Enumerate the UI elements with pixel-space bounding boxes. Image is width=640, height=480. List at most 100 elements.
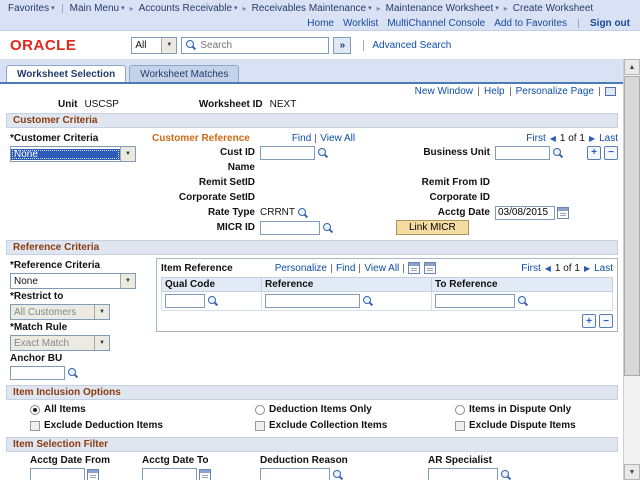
scroll-up-icon[interactable]: ▲	[624, 59, 640, 75]
new-window-link[interactable]: New Window	[415, 86, 473, 97]
delete-row-button[interactable]: −	[604, 146, 618, 160]
grid-icon[interactable]	[408, 262, 420, 274]
scroll-down-icon[interactable]: ▼	[624, 464, 640, 480]
breadcrumb-main-menu[interactable]: Main Menu▾	[70, 3, 125, 14]
breadcrumb-accounts-receivable[interactable]: Accounts Receivable▾	[139, 3, 238, 14]
divider	[315, 134, 316, 143]
lookup-icon[interactable]	[67, 367, 79, 379]
to-reference-input[interactable]	[435, 294, 515, 308]
link-micr-button[interactable]: Link MICR	[396, 220, 469, 235]
lookup-icon[interactable]	[317, 147, 329, 159]
corporate-id-label: Corporate ID	[390, 192, 495, 203]
breadcrumb-receivables-maintenance[interactable]: Receivables Maintenance▾	[252, 3, 372, 14]
lookup-icon[interactable]	[207, 295, 219, 307]
find-link[interactable]: Find	[292, 133, 311, 144]
lookup-icon[interactable]	[297, 207, 309, 219]
acctg-date-label: Acctg Date	[390, 207, 495, 218]
divider	[478, 87, 479, 96]
first-link[interactable]: First	[521, 263, 540, 274]
help-link[interactable]: Help	[484, 86, 505, 97]
multichannel-console-link[interactable]: MultiChannel Console	[387, 18, 485, 29]
qual-code-input[interactable]	[165, 294, 205, 308]
business-unit-input[interactable]	[495, 146, 550, 160]
search-scope-select[interactable]: All ▼	[131, 37, 177, 54]
personalize-link[interactable]: Personalize	[275, 263, 327, 274]
chevron-down-icon: ▾	[234, 4, 238, 12]
first-link[interactable]: First	[526, 133, 545, 144]
qual-code-header: Qual Code	[162, 278, 262, 292]
copy-url-icon[interactable]	[605, 87, 616, 96]
previous-row-icon[interactable]: ◀	[550, 134, 556, 143]
add-row-button[interactable]: +	[582, 314, 596, 328]
to-reference-header: To Reference	[432, 278, 613, 292]
checkbox-exclude-deduction-items[interactable]	[30, 421, 40, 431]
previous-row-icon[interactable]: ◀	[545, 264, 551, 273]
scrollbar-thumb[interactable]	[624, 76, 640, 376]
breadcrumb-favorites[interactable]: Favorites▾	[8, 3, 55, 14]
name-label: Name	[152, 162, 260, 173]
all-items-label: All Items	[44, 404, 86, 415]
lookup-icon[interactable]	[322, 222, 334, 234]
divider	[62, 4, 63, 13]
sign-out-link[interactable]: Sign out	[590, 18, 630, 29]
checkbox-exclude-collection-items[interactable]	[255, 421, 265, 431]
tab-worksheet-selection[interactable]: Worksheet Selection	[6, 65, 126, 82]
acctg-date-to-input[interactable]	[142, 468, 197, 480]
add-to-favorites-link[interactable]: Add to Favorites	[494, 18, 567, 29]
reference-criteria-left: *Reference Criteria None ▼ *Restrict to …	[10, 258, 152, 380]
customer-criteria-select[interactable]: None ▼	[10, 146, 136, 162]
home-link[interactable]: Home	[307, 18, 334, 29]
micr-id-input[interactable]	[260, 221, 320, 235]
lookup-icon[interactable]	[500, 469, 512, 480]
match-rule-select[interactable]: Exact Match ▼	[10, 335, 110, 351]
filter-fields-row	[0, 466, 640, 480]
lookup-icon[interactable]	[517, 295, 529, 307]
lookup-icon[interactable]	[362, 295, 374, 307]
personalize-page-link[interactable]: Personalize Page	[516, 86, 594, 97]
search-input[interactable]	[200, 40, 325, 51]
lookup-icon[interactable]	[332, 469, 344, 480]
last-link[interactable]: Last	[599, 133, 618, 144]
search-go-button[interactable]: »	[333, 37, 351, 54]
customer-reference-group: Customer Reference Find View All First ◀…	[152, 131, 618, 235]
view-all-link[interactable]: View All	[364, 263, 399, 274]
acctg-date-from-input[interactable]	[30, 468, 85, 480]
anchor-bu-input[interactable]	[10, 366, 65, 380]
oracle-logo[interactable]: ORACLE	[10, 37, 76, 54]
calendar-icon[interactable]	[87, 469, 99, 480]
next-row-icon[interactable]: ▶	[589, 134, 595, 143]
header: ORACLE All ▼ » Advanced Search	[0, 31, 640, 59]
divider	[578, 19, 579, 28]
calendar-icon[interactable]	[199, 469, 211, 480]
vertical-scrollbar[interactable]: ▲ ▼	[623, 59, 640, 480]
worklist-link[interactable]: Worklist	[343, 18, 378, 29]
checkbox-exclude-dispute-items[interactable]	[455, 421, 465, 431]
section-customer-criteria: Customer Criteria	[6, 113, 618, 128]
restrict-to-select[interactable]: All Customers ▼	[10, 304, 110, 320]
add-row-button[interactable]: +	[587, 146, 601, 160]
deduction-reason-input[interactable]	[260, 468, 330, 480]
advanced-search-link[interactable]: Advanced Search	[363, 40, 451, 51]
unit-value: USCSP	[84, 99, 118, 110]
divider	[403, 264, 404, 273]
reference-criteria-select[interactable]: None ▼	[10, 273, 136, 289]
exclude-dispute-items-label: Exclude Dispute Items	[469, 420, 576, 431]
find-link[interactable]: Find	[336, 263, 355, 274]
reference-input[interactable]	[265, 294, 360, 308]
download-icon[interactable]	[424, 262, 436, 274]
breadcrumb-maintenance-worksheet[interactable]: Maintenance Worksheet▾	[386, 3, 499, 14]
view-all-link[interactable]: View All	[320, 133, 355, 144]
radio-items-in-dispute-only[interactable]	[455, 405, 465, 415]
radio-all-items[interactable]	[30, 405, 40, 415]
cust-id-input[interactable]	[260, 146, 315, 160]
ar-specialist-input[interactable]	[428, 468, 498, 480]
delete-row-button[interactable]: −	[599, 314, 613, 328]
tab-worksheet-matches[interactable]: Worksheet Matches	[129, 65, 239, 82]
acctg-date-input[interactable]	[495, 206, 555, 220]
next-row-icon[interactable]: ▶	[584, 264, 590, 273]
calendar-icon[interactable]	[557, 207, 569, 219]
radio-deduction-items-only[interactable]	[255, 405, 265, 415]
lookup-icon[interactable]	[552, 147, 564, 159]
last-link[interactable]: Last	[594, 263, 613, 274]
item-reference-pager: First ◀ 1 of 1 ▶ Last	[521, 263, 613, 274]
